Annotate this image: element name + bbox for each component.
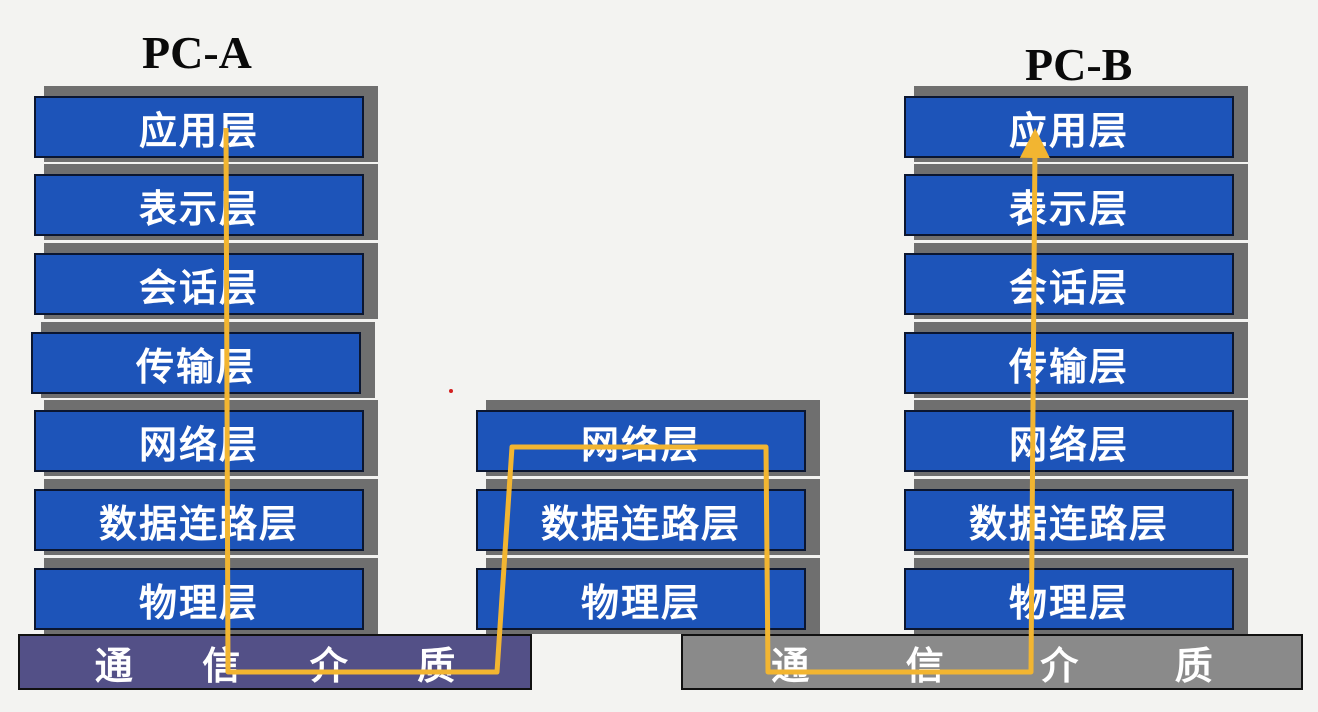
- layer-label: 表示层: [34, 174, 364, 236]
- pc-a-transport-layer: 传输层: [31, 322, 375, 398]
- pc-b-title: PC-B: [1025, 39, 1133, 90]
- red-dot-marker: [449, 389, 453, 393]
- communication-medium-left: 通 信 介 质: [18, 634, 532, 690]
- router-datalink-layer: 数据连路层: [476, 479, 820, 555]
- layer-label: 数据连路层: [34, 489, 364, 551]
- layer-label: 表示层: [904, 174, 1234, 236]
- layer-label: 物理层: [34, 568, 364, 630]
- medium-char: 介: [309, 642, 348, 688]
- layer-label: 网络层: [34, 410, 364, 472]
- pc-a-network-layer: 网络层: [34, 400, 378, 476]
- pc-a-application-layer: 应用层: [34, 86, 378, 162]
- layer-label: 网络层: [476, 410, 806, 472]
- pc-a-physical-layer: 物理层: [34, 558, 378, 634]
- pc-b-network-layer: 网络层: [904, 400, 1248, 476]
- layer-label: 传输层: [31, 332, 361, 394]
- medium-char: 通: [94, 642, 133, 688]
- layer-label: 物理层: [476, 568, 806, 630]
- layer-label: 物理层: [904, 568, 1234, 630]
- medium-char: 介: [1040, 642, 1079, 688]
- layer-label: 传输层: [904, 332, 1234, 394]
- medium-char: 质: [417, 642, 456, 688]
- medium-char: 信: [202, 642, 241, 688]
- pc-b-datalink-layer: 数据连路层: [904, 479, 1248, 555]
- pc-b-presentation-layer: 表示层: [904, 164, 1248, 240]
- pc-b-application-layer: 应用层: [904, 86, 1248, 162]
- layer-label: 网络层: [904, 410, 1234, 472]
- communication-medium-right: 通 信 介 质: [681, 634, 1303, 690]
- layer-label: 会话层: [34, 253, 364, 315]
- router-physical-layer: 物理层: [476, 558, 820, 634]
- pc-a-datalink-layer: 数据连路层: [34, 479, 378, 555]
- layer-label: 应用层: [904, 96, 1234, 158]
- router-network-layer: 网络层: [476, 400, 820, 476]
- pc-b-session-layer: 会话层: [904, 243, 1248, 319]
- pc-b-physical-layer: 物理层: [904, 558, 1248, 634]
- layer-label: 数据连路层: [476, 489, 806, 551]
- medium-char: 信: [905, 642, 944, 688]
- pc-a-session-layer: 会话层: [34, 243, 378, 319]
- layer-label: 会话层: [904, 253, 1234, 315]
- layer-label: 应用层: [34, 96, 364, 158]
- medium-char: 质: [1174, 642, 1213, 688]
- pc-a-title: PC-A: [142, 27, 252, 78]
- pc-a-presentation-layer: 表示层: [34, 164, 378, 240]
- pc-b-transport-layer: 传输层: [904, 322, 1248, 398]
- layer-label: 数据连路层: [904, 489, 1234, 551]
- medium-char: 通: [771, 642, 810, 688]
